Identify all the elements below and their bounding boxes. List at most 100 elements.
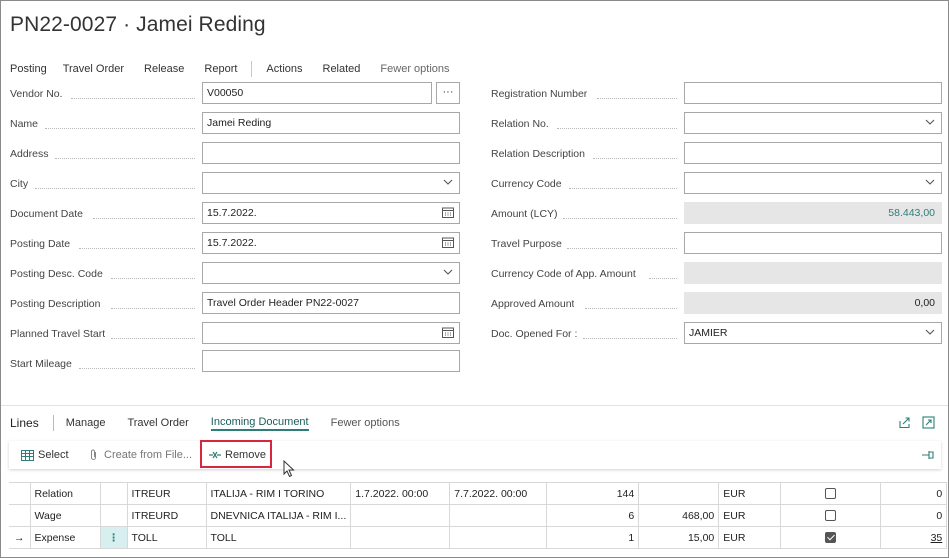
posting-date-value: 15.7.2022.: [207, 237, 257, 249]
line-end-cell[interactable]: [449, 526, 548, 549]
line-paid-checkbox[interactable]: [780, 526, 882, 549]
registration-number-input[interactable]: [684, 82, 942, 104]
line-start-cell[interactable]: 1.7.2022. 00:00: [350, 482, 451, 505]
line-description-cell[interactable]: TOLL: [206, 526, 352, 549]
field-label-planned-travel-start: Planned Travel Start: [10, 328, 106, 340]
calendar-icon[interactable]: [442, 327, 454, 338]
table-row[interactable]: Wage ITREURD DNEVNICA ITALIJA - RIM I... 6 4…: [9, 504, 948, 527]
document-date-input[interactable]: 15.7.2022.: [202, 202, 460, 224]
posting-date-input[interactable]: 15.7.2022.: [202, 232, 460, 254]
select-button[interactable]: Select: [21, 441, 69, 469]
posting-description-input[interactable]: Travel Order Header PN22-0027: [202, 292, 460, 314]
vendor-no-input[interactable]: V00050: [202, 82, 432, 104]
action-report[interactable]: Report: [204, 63, 237, 75]
lines-tab-fewer-options[interactable]: Fewer options: [331, 417, 400, 429]
remove-highlight-box: [200, 440, 272, 468]
line-description-cell[interactable]: DNEVNICA ITALIJA - RIM I...: [206, 504, 352, 527]
doc-opened-for-value: JAMIER: [689, 327, 728, 339]
line-entry-cell[interactable]: 0: [880, 504, 948, 527]
leader-dots: [649, 278, 677, 279]
line-start-cell[interactable]: [350, 526, 451, 549]
field-label-currency-code-app-amount: Currency Code of App. Amount: [491, 268, 636, 280]
relation-description-input[interactable]: [684, 142, 942, 164]
travel-purpose-input[interactable]: [684, 232, 942, 254]
expand-icon[interactable]: [922, 416, 935, 429]
line-currency-cell[interactable]: EUR: [718, 482, 782, 505]
pin-icon[interactable]: [921, 450, 935, 460]
currency-code-select[interactable]: [684, 172, 942, 194]
line-type-cell[interactable]: Expense: [30, 526, 101, 549]
lines-tab-travel-order[interactable]: Travel Order: [127, 417, 188, 429]
relation-no-select[interactable]: [684, 112, 942, 134]
line-end-cell[interactable]: [449, 504, 548, 527]
checkbox[interactable]: [825, 488, 837, 500]
leader-dots: [45, 128, 195, 129]
leader-dots: [71, 98, 195, 99]
line-end-cell[interactable]: 7.7.2022. 00:00: [449, 482, 548, 505]
amount-lcy-value[interactable]: 58.443,00: [684, 202, 942, 224]
row-indicator: [9, 504, 31, 527]
select-label: Select: [38, 449, 69, 461]
line-currency-cell[interactable]: EUR: [718, 526, 782, 549]
action-actions[interactable]: Actions: [266, 63, 302, 75]
doc-opened-for-select[interactable]: JAMIER: [684, 322, 942, 344]
planned-travel-start-input[interactable]: [202, 322, 460, 344]
line-quantity-cell[interactable]: 144: [546, 482, 640, 505]
action-release[interactable]: Release: [144, 63, 184, 75]
line-type-cell[interactable]: Wage: [30, 504, 101, 527]
vendor-lookup-button[interactable]: ···: [436, 82, 460, 104]
line-no-cell[interactable]: ITREUR: [127, 482, 207, 505]
paperclip-icon: [91, 449, 96, 460]
line-entry-cell[interactable]: 35: [880, 526, 948, 549]
line-amount-cell[interactable]: [638, 482, 720, 505]
line-paid-checkbox[interactable]: [780, 482, 882, 505]
checkbox[interactable]: [825, 510, 837, 522]
start-mileage-input[interactable]: [202, 350, 460, 372]
line-no-cell[interactable]: ITREURD: [127, 504, 207, 527]
calendar-icon[interactable]: [442, 207, 454, 218]
lines-tab-manage[interactable]: Manage: [66, 417, 106, 429]
posting-desc-code-select[interactable]: [202, 262, 460, 284]
line-type-cell[interactable]: Relation: [30, 482, 101, 505]
line-description-cell[interactable]: ITALIJA - RIM I TORINO: [206, 482, 352, 505]
line-paid-checkbox[interactable]: [780, 504, 882, 527]
row-menu-button[interactable]: [100, 482, 128, 505]
currency-code-app-amount-value: [684, 262, 942, 284]
row-indicator: [9, 482, 31, 505]
address-input[interactable]: [202, 142, 460, 164]
name-input[interactable]: Jamei Reding: [202, 112, 460, 134]
document-date-value: 15.7.2022.: [207, 207, 257, 219]
chevron-down-icon: [925, 119, 935, 125]
field-label-approved-amount: Approved Amount: [491, 298, 575, 310]
line-start-cell[interactable]: [350, 504, 451, 527]
lines-tab-incoming-document[interactable]: Incoming Document: [210, 416, 309, 431]
field-label-document-date: Document Date: [10, 208, 83, 220]
table-row[interactable]: Relation ITREUR ITALIJA - RIM I TORINO 1.7.…: [9, 482, 948, 505]
line-entry-cell[interactable]: 0: [880, 482, 948, 505]
action-related[interactable]: Related: [323, 63, 361, 75]
create-from-file-button[interactable]: Create from File...: [89, 441, 192, 469]
leader-dots: [567, 248, 677, 249]
lines-title: Lines: [10, 416, 39, 430]
city-select[interactable]: [202, 172, 460, 194]
leader-dots: [597, 98, 677, 99]
checkbox[interactable]: [825, 532, 837, 544]
action-posting[interactable]: Posting: [10, 63, 47, 75]
row-menu-button[interactable]: ⋮: [100, 526, 128, 549]
share-icon[interactable]: [898, 416, 911, 429]
field-label-currency-code: Currency Code: [491, 178, 562, 190]
line-quantity-cell[interactable]: 1: [546, 526, 640, 549]
chevron-down-icon: [443, 269, 453, 275]
line-amount-cell[interactable]: 15,00: [638, 526, 720, 549]
table-row[interactable]: → Expense ⋮ TOLL TOLL 1 15,00 EUR 35: [9, 526, 948, 549]
line-quantity-cell[interactable]: 6: [546, 504, 640, 527]
action-fewer-options[interactable]: Fewer options: [380, 63, 449, 75]
calendar-icon[interactable]: [442, 237, 454, 248]
line-amount-cell[interactable]: 468,00: [638, 504, 720, 527]
line-currency-cell[interactable]: EUR: [718, 504, 782, 527]
line-no-cell[interactable]: TOLL: [127, 526, 207, 549]
row-menu-button[interactable]: [100, 504, 128, 527]
field-label-relation-description: Relation Description: [491, 148, 585, 160]
leader-dots: [563, 218, 677, 219]
action-travel-order[interactable]: Travel Order: [63, 63, 124, 75]
